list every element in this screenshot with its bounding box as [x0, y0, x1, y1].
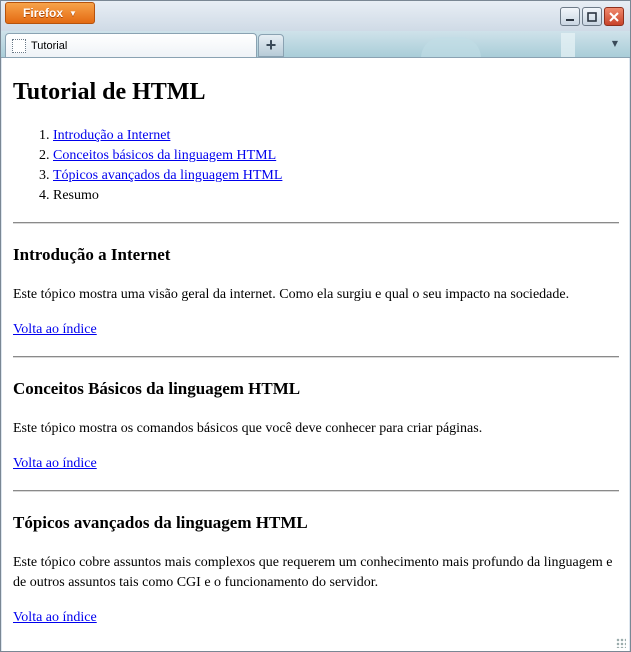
divider — [13, 356, 619, 358]
page-content: Tutorial de HTML Introdução a Internet C… — [2, 58, 629, 651]
window-controls — [560, 7, 624, 26]
maximize-button[interactable] — [582, 7, 602, 26]
browser-window: Firefox ▼ Tutorial + ▼ Tutorial de HTML — [0, 0, 631, 652]
list-all-tabs-icon[interactable]: ▼ — [612, 39, 618, 48]
tab-strip: Tutorial + ▼ — [1, 31, 630, 58]
toc-item: Introdução a Internet — [53, 126, 619, 146]
section-text: Este tópico mostra os comandos básicos q… — [13, 421, 483, 436]
tab-tutorial[interactable]: Tutorial — [5, 33, 257, 57]
firefox-menu-button[interactable]: Firefox ▼ — [5, 2, 95, 24]
back-to-index-link[interactable]: Volta ao índice — [13, 610, 97, 625]
toc-link-topicos[interactable]: Tópicos avançados da linguagem HTML — [53, 168, 282, 183]
plus-icon: + — [265, 35, 277, 55]
tab-title: Tutorial — [31, 40, 68, 52]
toc-item: Resumo — [53, 186, 619, 206]
firefox-menu-label: Firefox — [23, 6, 64, 20]
back-to-index-link[interactable]: Volta ao índice — [13, 456, 97, 471]
title-bar: Firefox ▼ — [1, 1, 630, 31]
section-heading: Introdução a Internet — [13, 245, 171, 264]
toc-link-internet[interactable]: Introdução a Internet — [53, 128, 170, 143]
maximize-icon — [587, 11, 597, 22]
minimize-icon — [566, 18, 574, 21]
resize-grip-icon[interactable] — [616, 638, 626, 648]
back-to-index-link[interactable]: Volta ao índice — [13, 322, 97, 337]
new-tab-button[interactable]: + — [258, 34, 284, 57]
section-heading: Conceitos Básicos da linguagem HTML — [13, 379, 301, 398]
minimize-button[interactable] — [560, 7, 580, 26]
page-title: Tutorial de HTML — [13, 79, 206, 105]
close-button[interactable] — [604, 7, 624, 26]
section-heading: Tópicos avançados da linguagem HTML — [13, 513, 308, 532]
tabstrip-background-decoration — [561, 33, 575, 57]
tabstrip-background-decoration — [421, 37, 481, 57]
divider — [13, 490, 619, 492]
table-of-contents: Introdução a Internet Conceitos básicos … — [13, 126, 619, 206]
divider — [13, 222, 619, 224]
toc-item: Tópicos avançados da linguagem HTML — [53, 166, 619, 186]
close-icon — [609, 11, 619, 22]
toc-item: Conceitos básicos da linguagem HTML — [53, 146, 619, 166]
toc-text-resumo: Resumo — [53, 188, 99, 203]
section-text: Este tópico cobre assuntos mais complexo… — [13, 555, 613, 590]
dropdown-caret-icon: ▼ — [69, 8, 77, 18]
toc-link-conceitos[interactable]: Conceitos básicos da linguagem HTML — [53, 148, 276, 163]
section-text: Este tópico mostra uma visão geral da in… — [13, 287, 570, 302]
page-favicon-icon — [12, 39, 26, 53]
